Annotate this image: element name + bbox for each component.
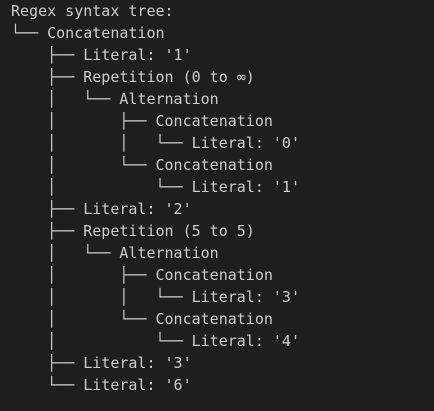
tree-node-label: Concatenation (155, 156, 273, 174)
tree-branch: └── (11, 24, 48, 42)
tree-branch: │ │ └── (11, 288, 192, 306)
tree-node-label: Alternation (119, 244, 219, 262)
tree-node-label: Literal: '4' (191, 332, 300, 350)
tree-branch: │ └── (11, 178, 192, 196)
tree-line: │ └── Literal: '1' (11, 176, 434, 198)
tree-line: │ └── Alternation (11, 242, 434, 264)
tree-line: Regex syntax tree: (11, 0, 434, 22)
tree-line: ├── Repetition (5 to 5) (11, 220, 434, 242)
tree-branch: ├── (11, 68, 84, 86)
tree-branch: │ │ └── (11, 134, 192, 152)
tree-branch: ├── (11, 200, 84, 218)
tree-node-label: Concatenation (155, 266, 273, 284)
tree-line: │ ├── Concatenation (11, 110, 434, 132)
tree-branch: ├── (11, 222, 84, 240)
tree-node-label: Concatenation (155, 112, 273, 130)
tree-node-label: Repetition (5 to 5) (83, 222, 255, 240)
tree-branch: │ ├── (11, 266, 156, 284)
tree-line: │ ├── Concatenation (11, 264, 434, 286)
tree-line: │ │ └── Literal: '3' (11, 286, 434, 308)
tree-node-label: Concatenation (155, 310, 273, 328)
tree-branch: │ └── (11, 156, 156, 174)
tree-line: │ │ └── Literal: '0' (11, 132, 434, 154)
tree-node-label: Alternation (119, 90, 219, 108)
tree-branch: │ └── (11, 310, 156, 328)
tree-line: └── Literal: '6' (11, 374, 434, 396)
tree-node-label: Literal: '3' (83, 354, 192, 372)
tree-node-label: Literal: '1' (191, 178, 300, 196)
tree-node-label: Literal: '6' (83, 376, 192, 394)
tree-line: ├── Literal: '1' (11, 44, 434, 66)
tree-branch: │ ├── (11, 112, 156, 130)
tree-node-label: Literal: '0' (191, 134, 300, 152)
tree-node-label: Concatenation (47, 24, 165, 42)
tree-node-label: Regex syntax tree: (11, 2, 174, 20)
tree-line: ├── Literal: '2' (11, 198, 434, 220)
tree-line: │ └── Alternation (11, 88, 434, 110)
tree-branch: ├── (11, 46, 84, 64)
tree-line: ├── Repetition (0 to ∞) (11, 66, 434, 88)
tree-node-label: Literal: '2' (83, 200, 192, 218)
tree-branch: │ └── (11, 244, 120, 262)
tree-line: │ └── Concatenation (11, 308, 434, 330)
tree-branch: └── (11, 376, 84, 394)
tree-line: │ └── Literal: '4' (11, 330, 434, 352)
tree-line: ├── Literal: '3' (11, 352, 434, 374)
tree-line: └── Concatenation (11, 22, 434, 44)
tree-branch: ├── (11, 354, 84, 372)
tree-node-label: Literal: '3' (191, 288, 300, 306)
tree-line: │ └── Concatenation (11, 154, 434, 176)
tree-node-label: Literal: '1' (83, 46, 192, 64)
tree-branch: │ └── (11, 90, 120, 108)
terminal-output: Regex syntax tree: └── Concatenation ├──… (0, 0, 434, 411)
tree-node-label: Repetition (0 to ∞) (83, 68, 255, 86)
tree-branch: │ └── (11, 332, 192, 350)
